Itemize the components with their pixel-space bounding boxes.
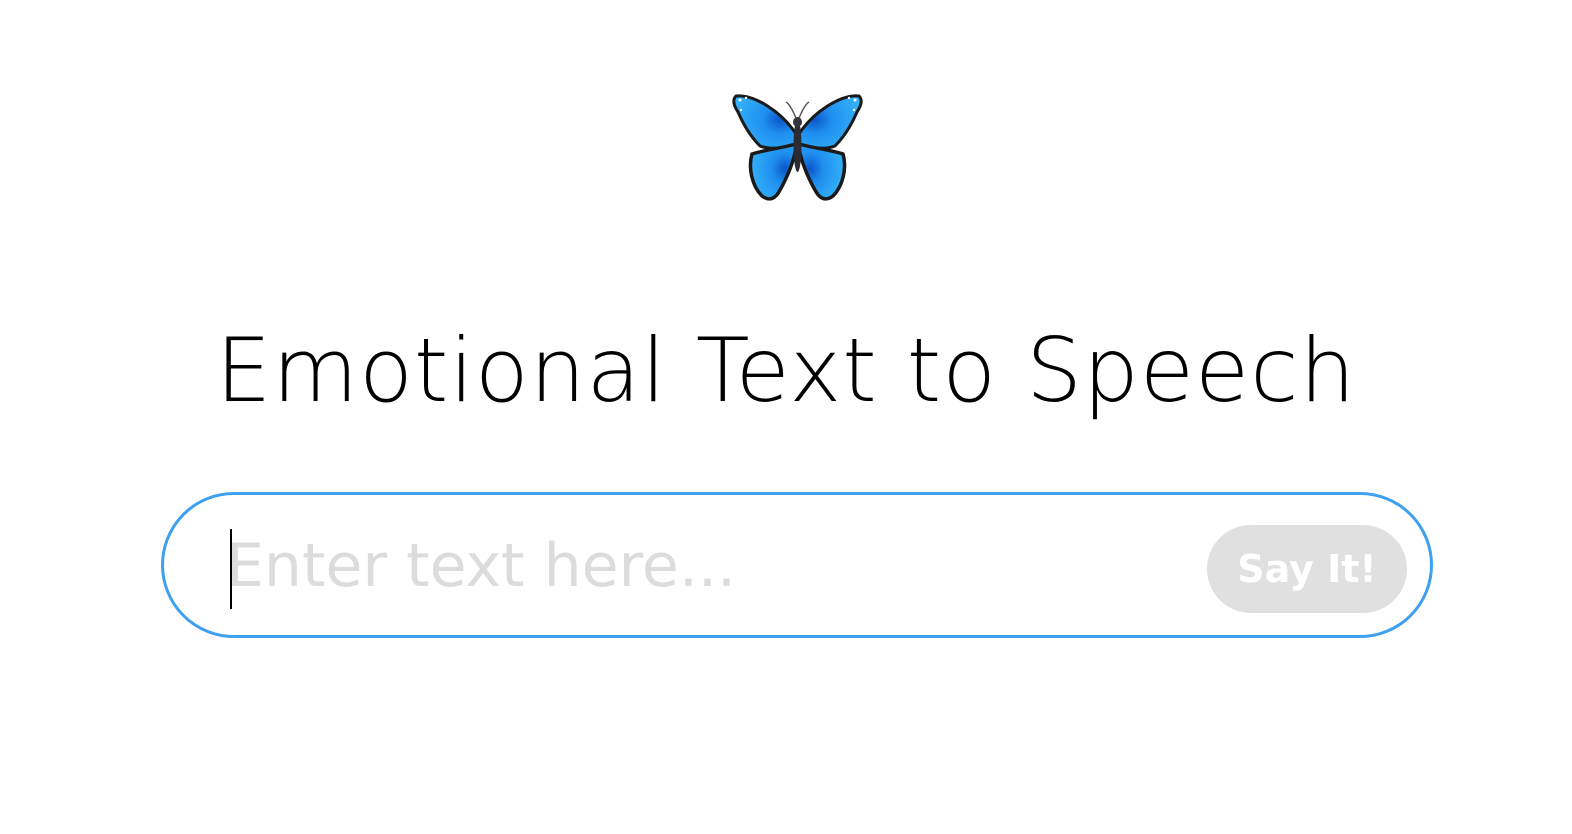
page-title: Emotional Text to Speech (215, 319, 1357, 422)
text-input[interactable] (226, 525, 1186, 607)
butterfly-icon (730, 90, 865, 205)
page: Emotional Text to Speech Say It! (0, 0, 1572, 834)
say-it-button[interactable]: Say It! (1207, 525, 1407, 613)
text-input-container: Say It! (161, 492, 1433, 638)
text-cursor (230, 529, 232, 609)
